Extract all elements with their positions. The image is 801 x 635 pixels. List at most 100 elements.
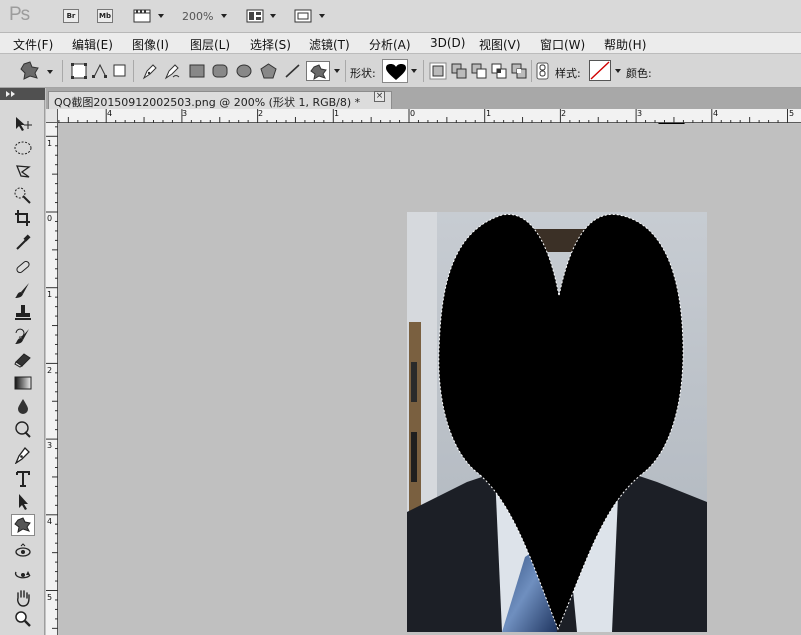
style-label: 样式: [555,67,581,80]
collapse-arrows-icon [6,91,15,97]
chevron-down-icon[interactable] [158,14,164,18]
style-picker[interactable] [589,60,611,81]
lasso-icon [16,165,31,178]
menu-3d[interactable]: 3D(D) [430,36,465,50]
ruler-label: 2 [47,366,53,375]
crop-icon [15,210,30,226]
vertical-ruler-ticks [46,126,58,629]
dodge-tool[interactable] [11,418,35,440]
type-icon [16,471,30,487]
zoom-tool[interactable] [11,608,35,630]
history-brush-tool[interactable] [11,325,35,347]
close-tab-button[interactable]: × [374,91,385,102]
separator [423,60,424,82]
pen-tool-icon[interactable] [141,62,159,80]
menu-window[interactable]: 窗口(W) [540,36,585,53]
subtract-shape-icon[interactable] [470,62,488,80]
screen-mode-icon [294,9,312,23]
ruler-label: 5 [789,109,795,118]
intersect-shape-icon[interactable] [490,62,508,80]
gradient-tool[interactable] [11,372,35,394]
move-tool[interactable] [11,113,35,135]
menu-image[interactable]: 图像(I) [132,36,169,53]
ruler-label: 4 [713,109,719,118]
rectangle-tool-icon[interactable] [189,64,205,78]
ruler-label: 1 [47,290,53,299]
custom-shape-tool[interactable] [11,514,35,536]
path-selection-tool[interactable] [11,491,35,513]
menu-file[interactable]: 文件(F) [13,36,53,53]
bridge-button[interactable]: Br [63,9,79,23]
menu-filter[interactable]: 滤镜(T) [309,36,350,53]
menu-help[interactable]: 帮助(H) [604,36,646,53]
3d-rotate-icon [15,543,31,557]
tool-preset-picker[interactable] [18,59,53,83]
shape-layers-icon[interactable] [70,62,88,80]
separator [62,60,63,82]
pen-icon [14,447,30,464]
no-style-icon [590,61,610,80]
pen-tool[interactable] [11,444,35,466]
freeform-pen-icon[interactable] [163,62,181,80]
paths-mode-icon[interactable] [91,62,109,80]
chevron-down-icon[interactable] [319,14,325,18]
rounded-rectangle-tool-icon[interactable] [212,64,228,78]
view-extras-button[interactable] [133,9,153,23]
custom-shape-tool-icon [14,517,31,534]
crop-tool[interactable] [11,207,35,229]
3d-rotate-tool[interactable] [11,541,35,563]
horizontal-ruler[interactable]: 4 3 2 1 0 1 2 3 4 5 [58,109,801,123]
move-tool-icon [16,117,32,131]
history-brush-icon [15,328,29,344]
document-image[interactable] [407,212,707,632]
menu-select[interactable]: 选择(S) [250,36,291,53]
zoom-level-select[interactable]: 200% [182,10,213,23]
dodge-icon [15,421,31,438]
menu-view[interactable]: 视图(V) [479,36,521,53]
blur-tool[interactable] [11,395,35,417]
spot-healing-tool[interactable] [11,256,35,278]
menu-analysis[interactable]: 分析(A) [369,36,411,53]
elliptical-marquee-tool[interactable] [11,137,35,159]
custom-shape-preset-icon [20,61,39,80]
chevron-down-icon[interactable] [615,69,621,73]
ruler-label: 2 [258,109,264,118]
eyedropper-tool[interactable] [11,231,35,253]
ruler-origin[interactable] [46,109,58,123]
ruler-label: 3 [637,109,643,118]
clone-stamp-tool[interactable] [11,302,35,324]
chevron-down-icon[interactable] [334,69,340,73]
chevron-down-icon[interactable] [221,14,227,18]
chevron-down-icon[interactable] [270,14,276,18]
toolbox-header[interactable] [0,88,45,100]
polygon-tool-icon[interactable] [260,63,277,79]
arrange-documents-button[interactable] [246,9,264,23]
hand-tool[interactable] [11,587,35,609]
menu-edit[interactable]: 编辑(E) [72,36,113,53]
screen-mode-button[interactable] [294,9,312,23]
chevron-down-icon[interactable] [411,69,417,73]
fill-pixels-icon[interactable] [113,64,127,78]
3d-orbit-tool[interactable] [11,564,35,586]
line-tool-icon[interactable] [284,63,301,79]
custom-shape-button[interactable] [306,61,330,81]
document-tab[interactable]: QQ截图20150912002503.png @ 200% (形状 1, RGB… [48,91,392,109]
brush-icon [15,283,29,298]
menu-layer[interactable]: 图层(L) [190,36,230,53]
link-layer-icon[interactable] [536,62,550,81]
heart-shape-icon [386,64,406,80]
portrait-with-heart-shape [407,212,707,632]
eraser-tool[interactable] [11,348,35,370]
lasso-tool[interactable] [11,161,35,183]
separator [531,60,532,82]
shape-picker[interactable] [382,59,408,83]
quick-selection-tool[interactable] [11,184,35,206]
add-to-shape-icon[interactable] [450,62,468,80]
type-tool[interactable] [11,468,35,490]
mini-bridge-button[interactable]: Mb [97,9,113,23]
brush-tool[interactable] [11,279,35,301]
new-shape-layer-icon[interactable] [429,62,447,80]
exclude-overlap-icon[interactable] [510,62,528,80]
vertical-ruler[interactable]: 1 0 1 2 3 4 5 [46,123,58,635]
ellipse-tool-icon[interactable] [236,64,252,78]
